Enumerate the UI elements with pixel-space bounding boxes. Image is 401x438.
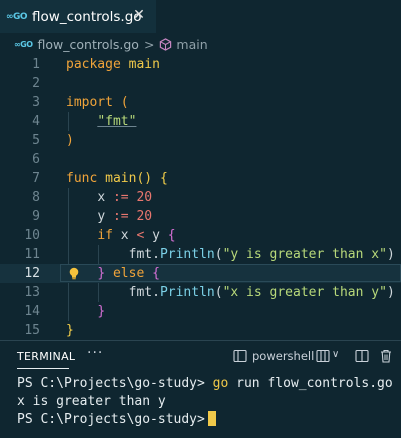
line-number: 14 <box>24 304 40 319</box>
panel-header: TERMINAL ··· powershell ∨ <box>0 341 401 371</box>
line-number: 11 <box>24 247 40 262</box>
line-number: 2 <box>32 76 40 91</box>
breadcrumb-symbol[interactable]: main <box>176 37 207 52</box>
trash-icon[interactable] <box>380 349 392 363</box>
code-editor[interactable]: 1 package main 2 3 import ( 4 "fmt" 5 ) … <box>0 55 401 340</box>
split-panel-icon[interactable] <box>355 349 369 363</box>
code-line: 5 ) <box>0 131 401 150</box>
terminal-output[interactable]: PS C:\Projects\go-study> go run flow_con… <box>17 375 393 429</box>
chevron-down-icon[interactable]: ∨ <box>332 349 339 360</box>
active-tab-indicator <box>17 368 69 369</box>
more-actions-icon[interactable]: ··· <box>87 345 103 361</box>
line-number: 9 <box>32 209 40 224</box>
tab-terminal[interactable]: TERMINAL <box>17 350 75 363</box>
code-line: 1 package main <box>0 55 401 74</box>
go-file-icon: ∞GO <box>6 11 28 22</box>
code-line: 3 import ( <box>0 93 401 112</box>
line-number: 15 <box>24 323 40 338</box>
line-number: 3 <box>32 95 40 110</box>
terminal-prompt: PS C:\Projects\go-study> <box>17 376 205 391</box>
line-number: 4 <box>32 114 40 129</box>
code-line: 14 } <box>0 302 401 321</box>
code-line: 7 func main() { <box>0 169 401 188</box>
breadcrumb: ∞GO flow_controls.go > main <box>0 33 401 55</box>
code-line-current: 12 } else { <box>0 264 401 283</box>
line-number: 1 <box>32 57 40 72</box>
split-terminal-icon[interactable] <box>316 349 330 363</box>
close-icon[interactable]: ✕ <box>132 8 146 22</box>
code-line: 10 if x < y { <box>0 226 401 245</box>
code-line: 11 fmt.Println("y is greater than x") <box>0 245 401 264</box>
chevron-right-icon: > <box>143 36 155 52</box>
code-line: 2 <box>0 74 401 93</box>
code-line: 9 y := 20 <box>0 207 401 226</box>
terminal-result: x is greater than y <box>17 394 166 409</box>
line-number: 7 <box>32 171 40 186</box>
code-line: 6 <box>0 150 401 169</box>
terminal-args: run flow_controls.go <box>236 376 393 391</box>
terminal-command: go <box>212 376 229 391</box>
terminal-cursor <box>207 411 216 426</box>
code-line: 4 "fmt" <box>0 112 401 131</box>
shell-name[interactable]: powershell <box>252 349 314 363</box>
breadcrumb-file[interactable]: flow_controls.go <box>38 37 139 52</box>
line-number: 10 <box>24 228 40 243</box>
go-file-icon: ∞GO <box>14 39 33 49</box>
code-line: 13 fmt.Println("x is greater than y") <box>0 283 401 302</box>
line-number: 5 <box>32 133 40 148</box>
line-number: 13 <box>24 285 40 300</box>
terminal-icon[interactable] <box>233 349 247 363</box>
tab-flow-controls[interactable]: ∞GO flow_controls.go ✕ <box>0 0 156 34</box>
code-line: 15 } <box>0 321 401 340</box>
terminal-prompt: PS C:\Projects\go-study> <box>17 412 205 427</box>
code-line: 8 x := 20 <box>0 188 401 207</box>
line-number: 8 <box>32 190 40 205</box>
tab-bar: ∞GO flow_controls.go ✕ <box>0 0 401 34</box>
tab-title: flow_controls.go <box>32 8 142 25</box>
line-number: 6 <box>32 152 40 167</box>
line-number: 12 <box>24 266 40 281</box>
symbol-method-icon <box>160 37 172 51</box>
